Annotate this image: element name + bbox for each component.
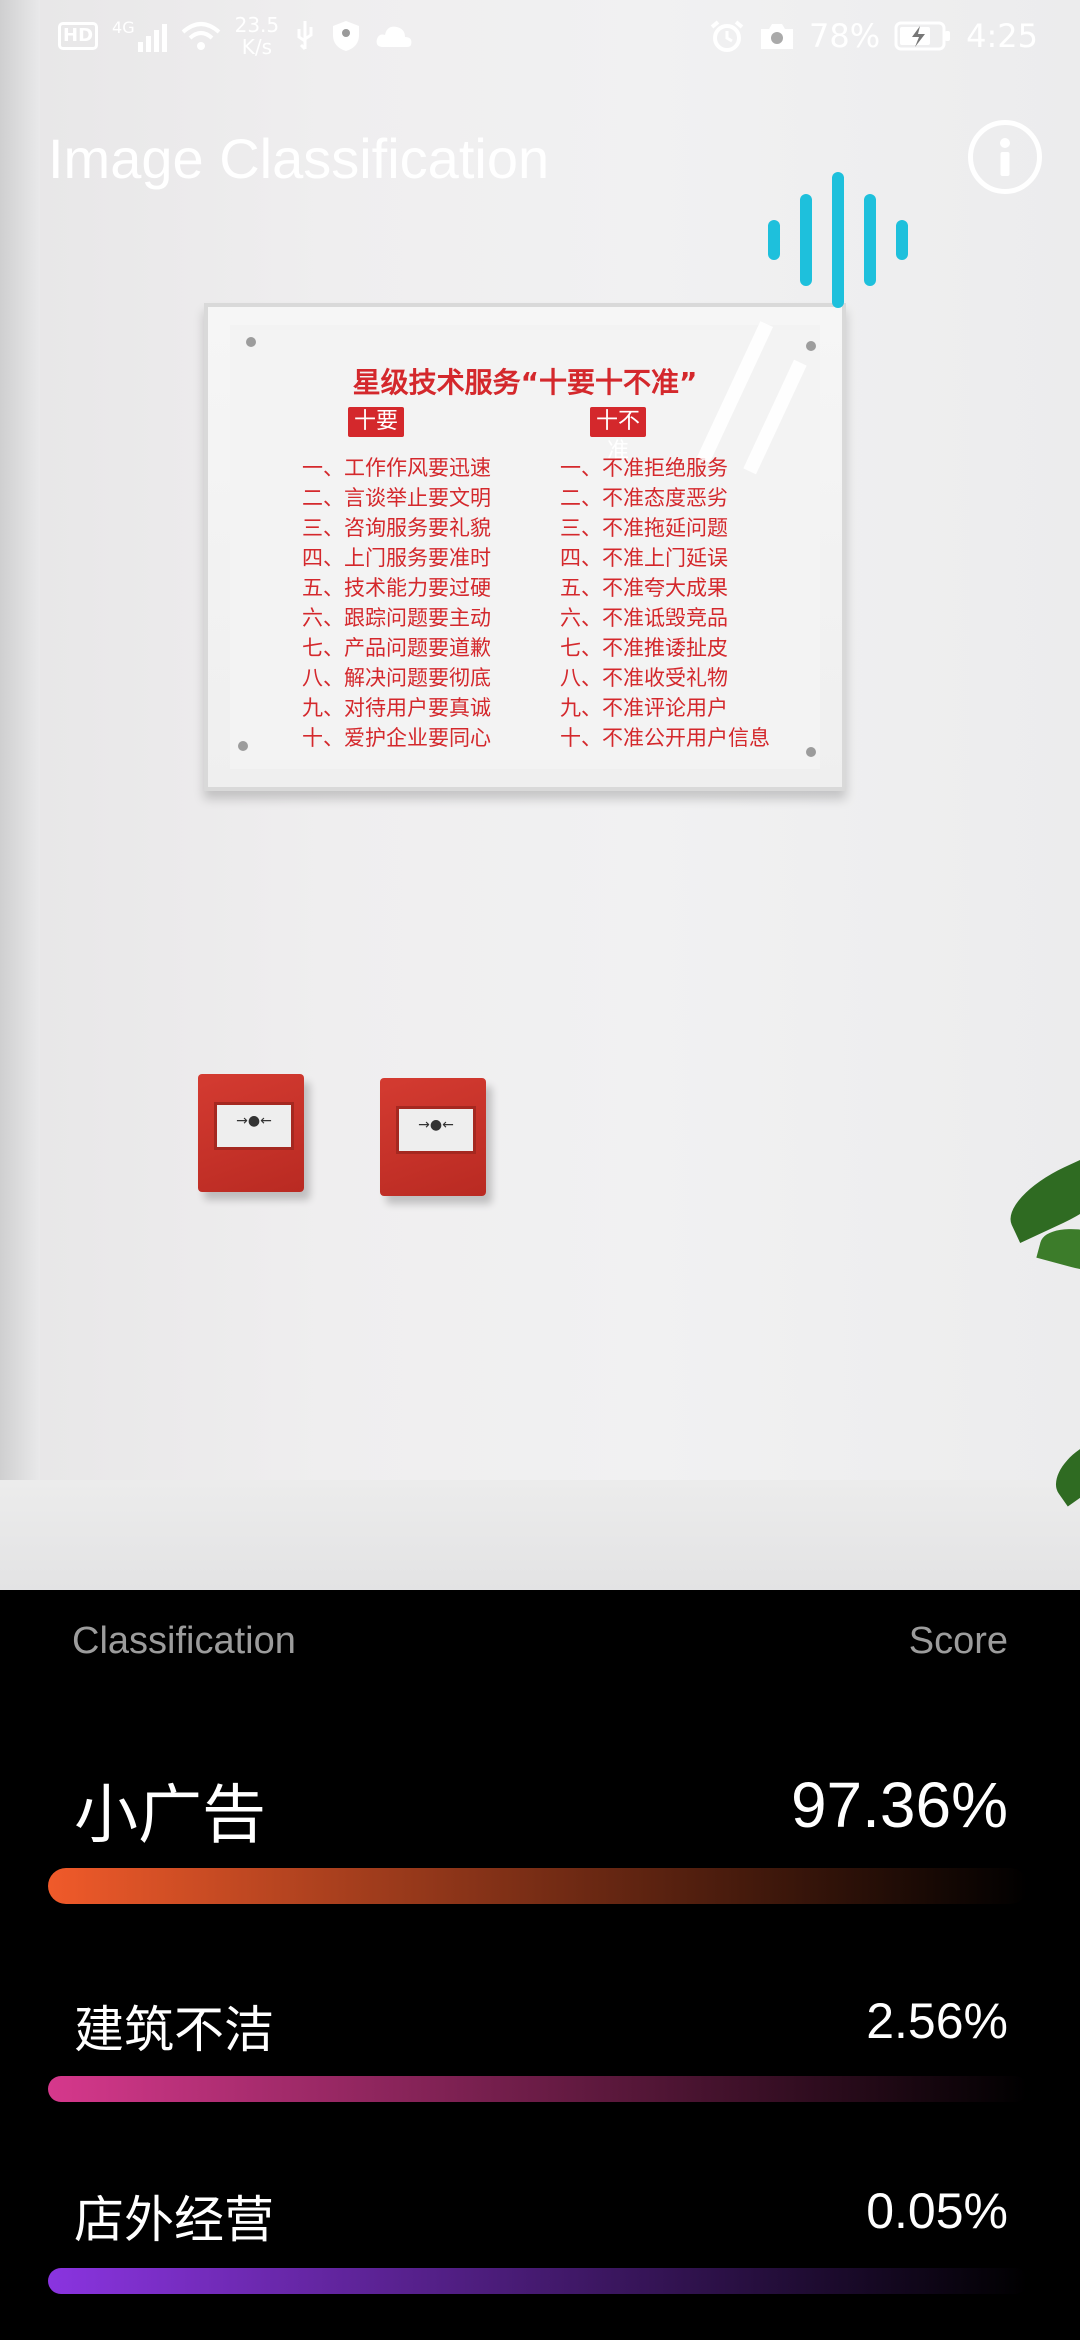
score-header: Score bbox=[908, 1620, 1008, 1662]
wall-edge-shadow bbox=[0, 0, 40, 1590]
speed-value: 23.5 bbox=[234, 13, 280, 37]
usb-icon bbox=[297, 21, 313, 51]
clock: 4:25 bbox=[966, 17, 1038, 55]
plaque-left-item: 三、咨询服务要礼貌 bbox=[302, 516, 491, 540]
plaque-right-item: 八、不准收受礼物 bbox=[560, 666, 728, 690]
plaque-right-item: 六、不准诋毁竞品 bbox=[560, 606, 728, 630]
camera-icon bbox=[761, 24, 794, 49]
plaque-list-left: 一、工作作风要迅速 二、言谈举止要文明 三、咨询服务要礼貌 四、上门服务要准时 … bbox=[302, 453, 491, 753]
audio-wave-icon[interactable] bbox=[766, 170, 916, 310]
status-bar-right: 78% 4:25 bbox=[709, 14, 1038, 58]
wifi-icon bbox=[181, 22, 220, 50]
result-bar-2 bbox=[48, 2076, 1028, 2102]
battery-icon bbox=[894, 21, 951, 51]
plaque-left-item: 四、上门服务要准时 bbox=[302, 546, 491, 570]
fire-alarm-arrows: →●← bbox=[236, 1113, 272, 1129]
cloud-icon bbox=[376, 26, 412, 47]
plaque-left-item: 六、跟踪问题要主动 bbox=[302, 606, 491, 630]
plaque-tag-right: 十不准 bbox=[590, 407, 646, 464]
plaque-screw bbox=[806, 341, 816, 351]
signal-type: 4G bbox=[112, 18, 135, 37]
plaque-right-item: 四、不准上门延误 bbox=[560, 546, 728, 570]
plaque-right-item: 九、不准评论用户 bbox=[560, 696, 728, 720]
fire-alarm-box: →●← bbox=[198, 1074, 304, 1192]
fire-alarm-window: →●← bbox=[396, 1106, 476, 1154]
fire-alarm-arrows: →●← bbox=[418, 1117, 454, 1133]
screen: 星级技术服务“十要十不准” 十要 十不准 一、工作作风要迅速 二、言谈举止要文明… bbox=[0, 0, 1080, 2340]
app-title: Image Classification bbox=[48, 127, 550, 190]
wall-bottom bbox=[0, 1480, 1080, 1590]
hd-badge: HD bbox=[58, 22, 99, 50]
plaque-right-item: 十、不准公开用户信息 bbox=[560, 726, 770, 750]
plaque-right-item: 七、不准推诿扯皮 bbox=[560, 636, 728, 660]
shield-icon bbox=[333, 21, 360, 51]
result-score-1: 97.36% bbox=[790, 1769, 1008, 1841]
plaque-right-item: 二、不准态度恶劣 bbox=[560, 486, 728, 510]
plaque-left-item: 二、言谈举止要文明 bbox=[302, 486, 491, 510]
plaque-left-item: 五、技术能力要过硬 bbox=[302, 576, 491, 600]
result-label-3: 店外经营 bbox=[74, 2191, 274, 2249]
plaque-screw bbox=[238, 741, 248, 751]
plaque-tag-left: 十要 bbox=[348, 407, 404, 437]
plaque-screw bbox=[806, 747, 816, 757]
alarm-icon bbox=[710, 20, 744, 52]
info-button[interactable] bbox=[968, 120, 1042, 194]
result-label-1: 小广告 bbox=[74, 1779, 266, 1853]
plaque-right-item: 三、不准拖延问题 bbox=[560, 516, 728, 540]
result-bar-1 bbox=[48, 1868, 1028, 1904]
plaque-left-item: 十、爱护企业要同心 bbox=[302, 726, 491, 750]
status-bar: HD 4G 23.5 K/s 78% 4:25 bbox=[0, 0, 1080, 76]
classification-header: Classification bbox=[72, 1620, 296, 1662]
battery-percent: 78% bbox=[809, 17, 881, 55]
plaque-list-right: 一、不准拒绝服务 二、不准态度恶劣 三、不准拖延问题 四、不准上门延误 五、不准… bbox=[560, 453, 770, 753]
service-plaque: 星级技术服务“十要十不准” 十要 十不准 一、工作作风要迅速 二、言谈举止要文明… bbox=[204, 303, 846, 791]
plaque-left-item: 七、产品问题要道歉 bbox=[302, 636, 491, 660]
result-score-3: 0.05% bbox=[866, 2183, 1008, 2239]
speed-unit: K/s bbox=[241, 35, 272, 59]
plaque-right-item: 五、不准夸大成果 bbox=[560, 576, 728, 600]
signal-icon: 4G bbox=[112, 20, 167, 52]
plaque-left-item: 一、工作作风要迅速 bbox=[302, 456, 491, 480]
plaque-left-item: 八、解决问题要彻底 bbox=[302, 666, 491, 690]
info-icon bbox=[1000, 138, 1010, 176]
plaque-screw bbox=[246, 337, 256, 347]
plaque-left-item: 九、对待用户要真诚 bbox=[302, 696, 491, 720]
camera-preview: 星级技术服务“十要十不准” 十要 十不准 一、工作作风要迅速 二、言谈举止要文明… bbox=[0, 0, 1080, 1590]
result-score-2: 2.56% bbox=[866, 1993, 1008, 2049]
result-bar-3 bbox=[48, 2268, 1028, 2294]
result-label-2: 建筑不洁 bbox=[74, 2001, 274, 2059]
network-speed: 23.5 K/s bbox=[235, 14, 280, 58]
fire-alarm-box: →●← bbox=[380, 1078, 486, 1196]
status-bar-left: HD 4G 23.5 K/s bbox=[58, 14, 413, 58]
plaque-right-item: 一、不准拒绝服务 bbox=[560, 456, 728, 480]
fire-alarm-window: →●← bbox=[214, 1102, 294, 1150]
